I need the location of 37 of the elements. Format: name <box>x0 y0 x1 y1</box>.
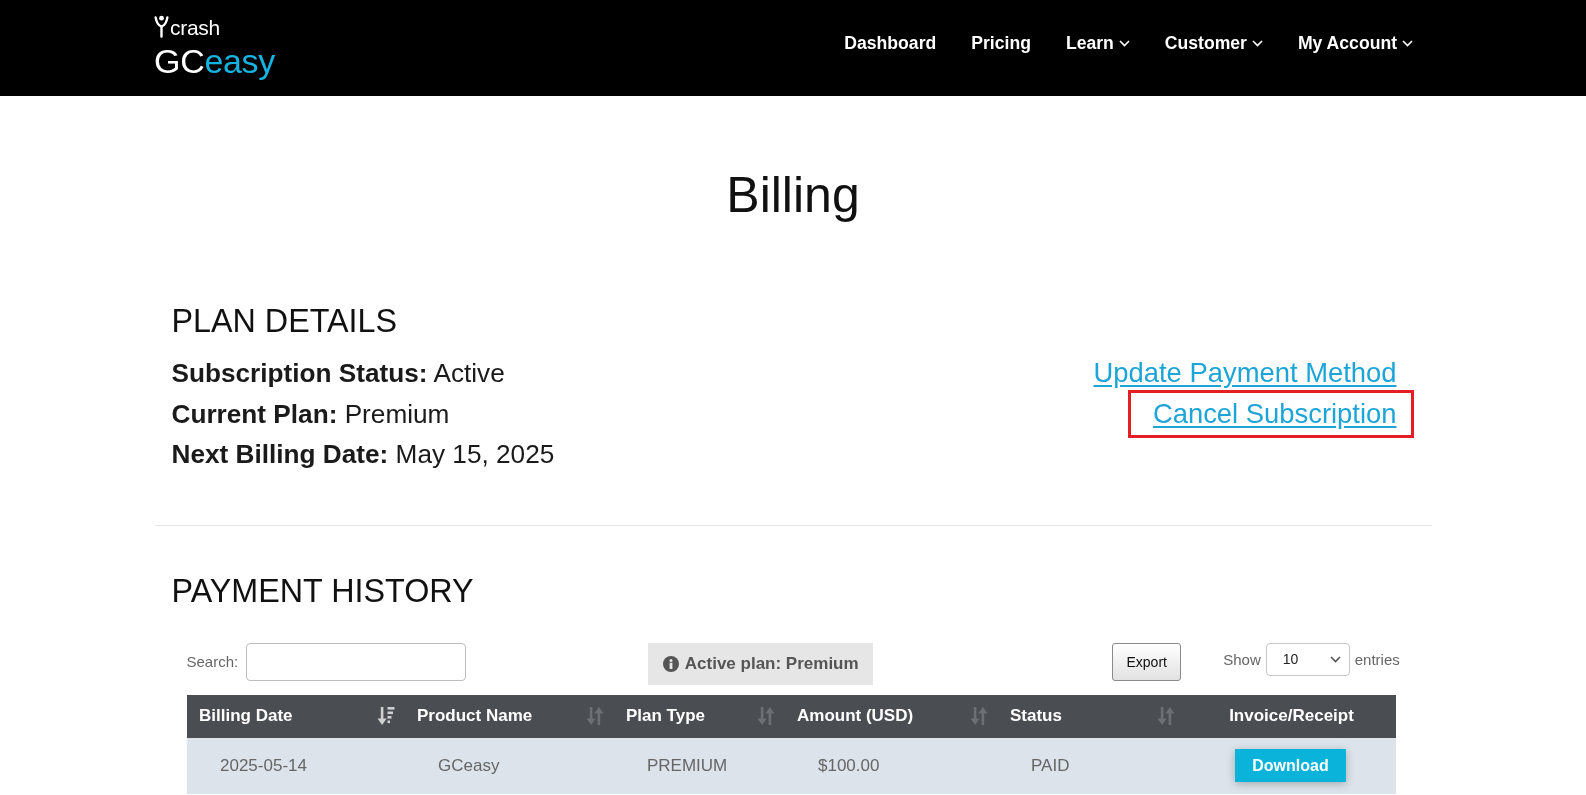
page-title: Billing <box>725 170 861 220</box>
search-field[interactable] <box>246 642 467 681</box>
brand-text: crash <box>170 17 220 38</box>
entries-select[interactable]: 10 <box>1265 642 1350 676</box>
column-header: Invoice/Receipt <box>1228 705 1355 727</box>
table-cell-text: $100.00 <box>817 754 881 777</box>
nav-link[interactable]: Pricing <box>971 33 1031 54</box>
detail-line: Current Plan: Premium <box>171 397 451 431</box>
show-label: Show <box>1223 650 1261 668</box>
section-heading: PLAN DETAILS <box>171 305 399 337</box>
column-header[interactable]: Product Name <box>405 694 614 738</box>
nav-link[interactable]: Learn <box>1065 33 1130 54</box>
table-cell-text: PAID <box>1030 754 1071 777</box>
caret-icon <box>1329 655 1341 663</box>
column-header[interactable]: Amount (USD) <box>785 694 998 738</box>
chevron-down-icon <box>1251 40 1263 47</box>
table-cell-text: GCeasy <box>437 754 501 777</box>
search-label: Search: <box>186 653 239 670</box>
chevron-down-icon <box>1118 40 1130 47</box>
entries-label: entries <box>1354 650 1400 668</box>
section-heading: PAYMENT HISTORY <box>170 574 475 607</box>
nav-link[interactable]: My Account <box>1297 33 1413 54</box>
table-cell-text: PREMIUM <box>646 754 729 777</box>
detail-line: Next Billing Date: May 15, 2025 <box>171 438 555 471</box>
export-button[interactable]: Export <box>1112 642 1182 681</box>
notice-text: Active plan: Premium <box>684 653 859 674</box>
info-icon <box>662 655 679 672</box>
column-header[interactable]: Plan Type <box>614 694 785 738</box>
chevron-down-icon <box>1402 40 1413 47</box>
detail-line: Subscription Status: Active <box>171 357 506 390</box>
nav-link[interactable]: Customer <box>1164 33 1263 54</box>
nav-link[interactable]: Dashboard <box>844 33 937 54</box>
logo-wordmark[interactable]: GCeasy <box>154 43 276 78</box>
column-header[interactable]: Billing Date <box>187 694 405 738</box>
table-cell-text: 2025-05-14 <box>219 754 308 777</box>
figure-logo-icon <box>154 14 169 38</box>
column-header[interactable]: Status <box>998 694 1185 738</box>
